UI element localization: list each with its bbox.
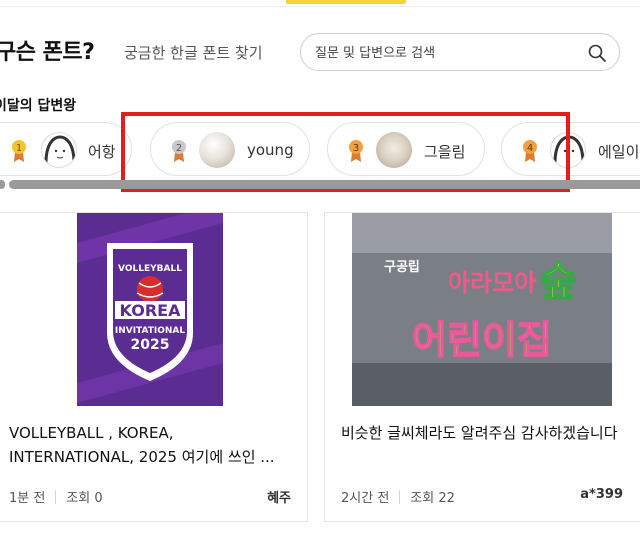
avatar-face-icon xyxy=(553,135,585,164)
search-input[interactable] xyxy=(315,43,575,63)
medal-icon: 1 xyxy=(12,140,26,162)
post-text: 비슷한 글씨체라도 알려주심 감사하겠습니다 xyxy=(341,424,618,442)
post-author[interactable]: a*399 xyxy=(580,487,623,502)
ranking-user-name: 어항 xyxy=(88,143,116,161)
ranking-user-name: 에일이 xyxy=(598,143,640,161)
rank-number: 3 xyxy=(353,143,359,154)
avatar xyxy=(550,132,586,168)
post-time: 1분 전 xyxy=(9,491,46,506)
medal-icon: 3 xyxy=(349,140,363,162)
post-views: 조회 22 xyxy=(410,491,455,506)
search-icon[interactable] xyxy=(587,43,607,63)
meta-divider xyxy=(399,489,401,504)
sign-text-line: 구공립 xyxy=(384,260,420,275)
rank-number: 4 xyxy=(527,143,533,154)
badge-text-line: 2025 xyxy=(131,337,170,353)
ranking-section-label: 이달의 답변왕 xyxy=(0,98,77,114)
top-divider xyxy=(0,6,640,7)
post-text: VOLLEYBALL , KOREA, INTERNATIONAL, 2025 … xyxy=(9,424,275,466)
horizontal-scrollbar[interactable] xyxy=(0,180,640,189)
avatar xyxy=(199,132,235,168)
ranking-user-name: young xyxy=(247,141,294,159)
scrollbar-start xyxy=(0,180,5,189)
sign-text-line: 숲 xyxy=(540,259,577,305)
badge-text-line: VOLLEYBALL xyxy=(118,264,182,274)
sign-text-line: 어린이집 xyxy=(412,318,552,362)
kindergarten-sign-image: 구공립 아라모아 숲 어린이집 xyxy=(352,213,612,406)
rank-number: 1 xyxy=(16,143,22,154)
post-meta: 1분 전 조회 0 xyxy=(9,487,103,506)
badge-text-line: KOREA xyxy=(120,301,182,320)
post-card[interactable]: 구공립 아라모아 숲 어린이집 비슷한 글씨체라도 알려주심 감사하겠습니다 2… xyxy=(324,212,640,522)
ranking-user-name: 그을림 xyxy=(424,143,466,161)
post-thumbnail: VOLLEYBALL KOREA INVITATIONAL 2025 xyxy=(77,213,223,406)
ranking-chip[interactable]: 4 에일이 xyxy=(501,122,640,176)
page-subtitle: 궁금한 한글 폰트 찾기 xyxy=(124,44,263,62)
post-thumbnail: 구공립 아라모아 숲 어린이집 xyxy=(352,213,612,406)
ranking-list: 1 어항 2 young 3 그을림 4 에일이 xyxy=(0,122,640,178)
search-bar[interactable] xyxy=(300,33,620,71)
page-title: 구슨 폰트? xyxy=(0,40,95,65)
post-time: 2시간 전 xyxy=(341,491,390,506)
volleyball-badge-image: VOLLEYBALL KOREA INVITATIONAL 2025 xyxy=(77,213,223,406)
badge-text-line: INVITATIONAL xyxy=(115,326,186,336)
medal-icon: 4 xyxy=(523,140,537,162)
ranking-chip[interactable]: 1 어항 xyxy=(0,122,132,176)
avatar xyxy=(376,132,412,168)
rank-number: 2 xyxy=(176,143,182,154)
post-author[interactable]: 혜주 xyxy=(267,487,291,506)
ranking-chip[interactable]: 3 그을림 xyxy=(327,122,485,176)
post-views: 조회 0 xyxy=(66,491,103,506)
sign-text-line: 아라모아 xyxy=(448,269,536,297)
avatar-face-icon xyxy=(44,135,76,164)
medal-icon: 2 xyxy=(172,140,186,162)
active-tab-indicator xyxy=(286,0,406,4)
post-meta: 2시간 전 조회 22 xyxy=(341,487,455,506)
ranking-chip[interactable]: 2 young xyxy=(150,122,310,176)
meta-divider xyxy=(55,489,57,504)
scrollbar-thumb[interactable] xyxy=(9,180,640,189)
post-card[interactable]: VOLLEYBALL KOREA INVITATIONAL 2025 VOLLE… xyxy=(0,212,308,522)
avatar xyxy=(41,132,77,168)
